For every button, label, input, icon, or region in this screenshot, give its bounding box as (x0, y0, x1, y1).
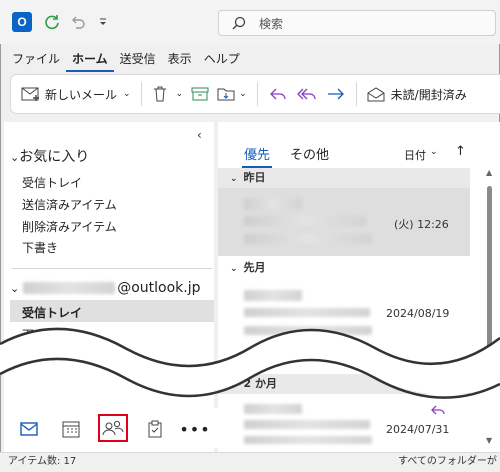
blurred-sender (244, 198, 302, 210)
chevron-down-icon[interactable]: ⌄ (239, 89, 247, 99)
open-envelope-icon (367, 87, 385, 102)
move-button[interactable]: ⌄ (213, 80, 251, 108)
blurred-preview (244, 436, 372, 444)
more-apps-icon[interactable]: ••• (179, 418, 209, 440)
new-mail-button[interactable]: 新しいメール ⌄ (11, 80, 135, 108)
archive-button[interactable] (187, 80, 213, 108)
status-bar: アイテム数: 17 すべてのフォルダーが (0, 452, 500, 472)
chevron-down-icon: ⌄ (430, 147, 438, 157)
menu-view[interactable]: 表示 (162, 48, 198, 72)
chevron-down-icon[interactable]: ⌄ (176, 89, 184, 99)
customize-toolbar-icon[interactable] (96, 12, 110, 32)
scrollbar[interactable]: ▲ ▼ (486, 168, 494, 448)
chevron-down-icon: ⌄ (10, 151, 20, 164)
folder-inbox[interactable]: 受信トレイ (22, 174, 82, 191)
forward-icon (327, 88, 344, 100)
ribbon-divider (256, 82, 258, 106)
tab-focused[interactable]: 優先 (242, 144, 273, 168)
ribbon-divider (355, 82, 357, 106)
inbox-tabs: 優先 その他 (242, 144, 331, 168)
reply-icon (269, 88, 286, 100)
read-unread-label: 未読/開封済み (390, 87, 467, 102)
search-icon (232, 16, 246, 30)
favorites-header[interactable]: ⌄お気に入り (10, 146, 89, 166)
menu-help[interactable]: ヘルプ (198, 48, 246, 72)
chevron-down-icon: ⌄ (10, 281, 20, 295)
sort-direction-icon[interactable]: ↑ (455, 144, 466, 159)
collapse-pane-icon[interactable]: ‹ (197, 128, 202, 142)
outlook-logo: O (12, 12, 32, 32)
tab-other[interactable]: その他 (288, 144, 331, 168)
blurred-sender (244, 404, 302, 414)
folder-drafts[interactable]: 下書き (22, 239, 58, 256)
chevron-down-icon: ⌄ (230, 264, 238, 274)
mail-icon[interactable] (18, 418, 40, 440)
new-mail-icon (21, 87, 39, 101)
ribbon: 新しいメール ⌄ ⌄ ⌄ 未読/開封済み (10, 74, 500, 114)
wavy-cut-separator (0, 327, 500, 399)
group-header-last-month[interactable]: ⌄ 先月 (218, 258, 470, 278)
blurred-preview (244, 234, 372, 244)
blurred-subject (244, 216, 366, 226)
chevron-down-icon[interactable]: ⌄ (123, 89, 131, 99)
blurred-sender (244, 290, 302, 301)
tasks-icon[interactable] (144, 418, 166, 440)
sync-icon[interactable] (42, 12, 62, 32)
scroll-up-icon[interactable]: ▲ (486, 168, 492, 177)
archive-icon (191, 87, 209, 101)
move-folder-icon (217, 88, 235, 101)
menu-bar: ファイル ホーム 送受信 表示 ヘルプ (6, 48, 246, 72)
people-icon[interactable] (98, 414, 128, 442)
blurred-subject (244, 308, 370, 317)
new-mail-label: 新しいメール (45, 87, 118, 102)
account-domain: @outlook.jp (117, 280, 201, 296)
message-date: (火) 12:26 (394, 218, 449, 231)
reply-all-button[interactable] (292, 80, 322, 108)
undo-icon[interactable] (68, 12, 88, 32)
menu-send-receive[interactable]: 送受信 (114, 48, 162, 72)
delete-button[interactable]: ⌄ (148, 80, 188, 108)
divider (12, 268, 212, 269)
reply-all-icon (296, 88, 316, 100)
reply-button[interactable] (264, 80, 292, 108)
folder-status: すべてのフォルダーが (398, 456, 497, 467)
item-count: アイテム数: 17 (8, 456, 77, 467)
blurred-account-name (23, 282, 116, 294)
forward-button[interactable] (322, 80, 350, 108)
search-box[interactable]: 検索 (218, 10, 496, 36)
chevron-down-icon: ⌄ (230, 174, 238, 184)
sort-button[interactable]: 日付 ⌄ (404, 147, 438, 163)
message-date: 2024/07/31 (386, 423, 450, 436)
read-unread-button[interactable]: 未読/開封済み (363, 80, 471, 108)
search-placeholder: 検索 (259, 16, 284, 31)
scroll-down-icon[interactable]: ▼ (486, 436, 492, 445)
replied-icon (430, 404, 446, 421)
folder-sent[interactable]: 送信済みアイテム (22, 196, 117, 213)
group-header-yesterday[interactable]: ⌄ 昨日 (218, 168, 470, 188)
ribbon-divider (140, 82, 142, 106)
calendar-icon[interactable] (60, 418, 82, 440)
menu-file[interactable]: ファイル (6, 48, 66, 72)
menu-home[interactable]: ホーム (66, 48, 114, 72)
account-header[interactable]: ⌄ @outlook.jp (10, 280, 201, 296)
blurred-subject (244, 420, 370, 429)
trash-icon (153, 86, 166, 102)
folder-deleted[interactable]: 削除済みアイテム (22, 218, 117, 235)
